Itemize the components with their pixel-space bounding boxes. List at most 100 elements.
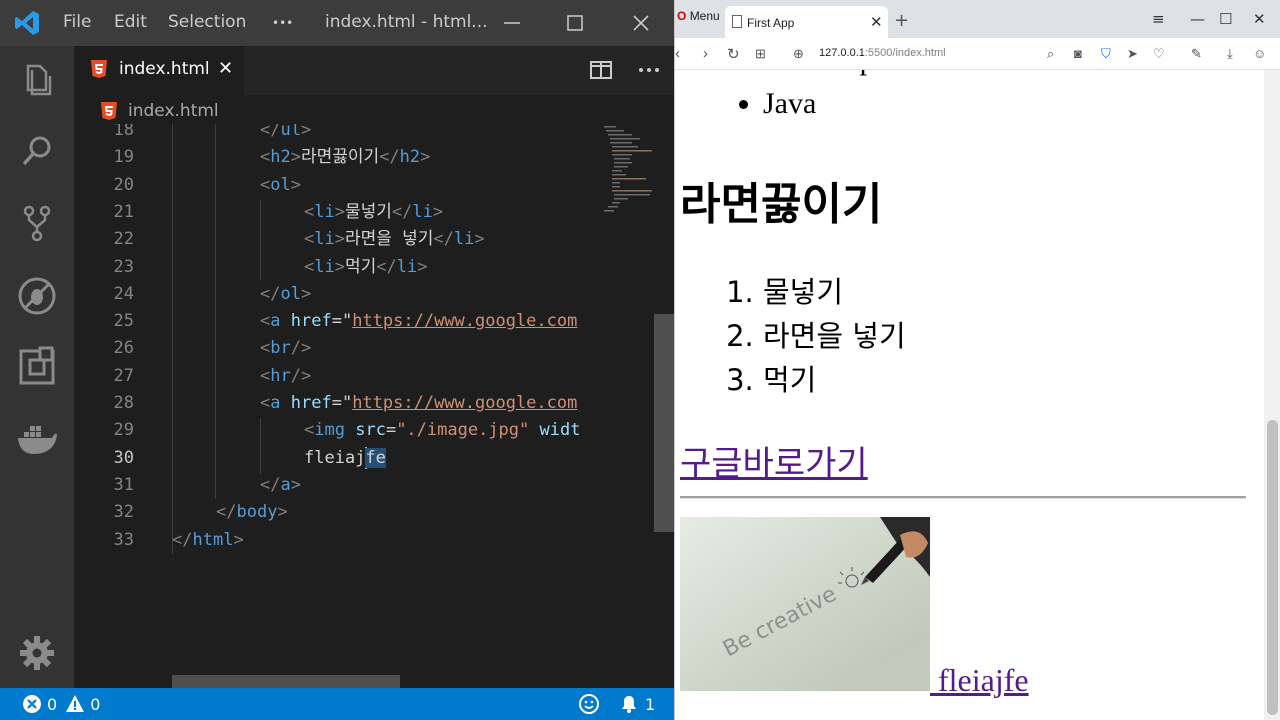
code-line[interactable]: 20 <ol>	[74, 172, 602, 199]
code-token: br	[270, 338, 291, 359]
tab-close-icon[interactable]: ✕	[218, 58, 233, 79]
source-control-icon[interactable]	[16, 202, 58, 244]
code-token: <	[260, 174, 271, 195]
line-number: 27	[113, 365, 134, 386]
minimap[interactable]	[602, 124, 654, 688]
code-line[interactable]: 24 </ol>	[74, 281, 602, 308]
editor-vertical-scrollbar[interactable]	[654, 124, 674, 688]
tab-index-html[interactable]: index.html ✕	[74, 46, 244, 95]
menu-selection[interactable]: Selection	[168, 12, 246, 32]
notifications-indicator[interactable]: 1	[619, 694, 655, 714]
feedback-smiley-icon[interactable]	[578, 693, 600, 715]
code-line[interactable]: 32 </body>	[74, 499, 602, 526]
page-scrollbar-thumb[interactable]	[1267, 420, 1278, 715]
settings-gear-icon[interactable]	[16, 632, 58, 674]
code-line[interactable]: 23 <li>먹기</li>	[74, 254, 602, 281]
new-tab-icon[interactable]: +	[894, 10, 909, 31]
code-line[interactable]: 27 <hr/>	[74, 363, 602, 390]
code-line[interactable]: 19 <h2>라면끓이기</h2>	[74, 144, 602, 171]
code-line[interactable]: 18 </ul>	[74, 124, 602, 144]
problems-indicator[interactable]: 0 0	[22, 694, 100, 714]
send-icon[interactable]: ➤	[1127, 46, 1138, 62]
page-heading: 라면끓이기	[680, 179, 883, 230]
code-token: "./image.jpg"	[396, 420, 530, 441]
minimize-icon[interactable]	[497, 8, 527, 38]
code-text: <ol>	[260, 172, 301, 199]
code-token: li	[412, 201, 433, 222]
image-link-text[interactable]: fleiajfe	[930, 662, 1029, 699]
code-token: =	[385, 420, 397, 441]
tab-close-icon[interactable]: ✕	[870, 13, 883, 31]
code-token: a	[280, 474, 291, 495]
account-icon[interactable]: ☺	[1253, 46, 1266, 61]
debug-icon[interactable]	[16, 274, 58, 316]
page-scrollbar[interactable]	[1264, 70, 1280, 720]
menu-file[interactable]: File	[63, 12, 91, 32]
tab-menu-icon[interactable]: ≡	[1152, 10, 1165, 28]
code-token: widt	[539, 420, 581, 441]
code-line[interactable]: 21 <li>물넣기</li>	[74, 199, 602, 226]
google-link[interactable]: 구글바로가기	[680, 436, 868, 485]
search-icon[interactable]: ⌕	[1047, 46, 1054, 62]
close-window-icon[interactable]	[626, 8, 656, 38]
minimize-icon[interactable]: —	[1190, 10, 1205, 28]
warning-icon	[66, 695, 85, 712]
back-icon[interactable]: ‹	[675, 45, 680, 62]
code-token: />	[290, 338, 312, 359]
extension-icon[interactable]: ✎	[1191, 46, 1202, 62]
scrollbar-thumb[interactable]	[654, 314, 674, 532]
code-token: li	[396, 256, 418, 277]
docker-icon[interactable]	[16, 418, 58, 460]
code-line[interactable]: 25 <a href="https://www.google.com	[74, 308, 602, 335]
breadcrumb-file[interactable]: index.html	[128, 101, 219, 121]
maximize-icon[interactable]: ☐	[1219, 10, 1232, 28]
code-line[interactable]: 31 </a>	[74, 472, 602, 499]
address-bar[interactable]: 127.0.0.1:5500/index.html	[819, 47, 946, 59]
code-token: <	[260, 365, 271, 386]
code-token: https://www.google.com	[352, 311, 578, 332]
code-text: </ol>	[260, 281, 311, 308]
browser-tab-first-app[interactable]: First App ✕	[725, 6, 888, 38]
line-number: 26	[113, 338, 134, 359]
shield-icon[interactable]: ⛉	[1101, 46, 1111, 62]
menu-edit[interactable]: Edit	[114, 12, 147, 32]
code-editor[interactable]: 18 </ul> 19 <h2>라면끓이기</h2> 20 <ol> 21 <li>물넣기</…	[74, 124, 602, 688]
tab-label: index.html	[119, 59, 210, 79]
download-icon[interactable]: ⤓	[1227, 46, 1233, 62]
opera-menu-button[interactable]: O Menu	[677, 9, 720, 23]
extensions-icon[interactable]	[16, 346, 58, 388]
code-line[interactable]: 26 <br/>	[74, 335, 602, 362]
code-line[interactable]: 30 fleiajfe	[74, 445, 602, 472]
code-token: >	[334, 201, 345, 222]
speed-dial-icon[interactable]: ⊞	[755, 46, 766, 62]
code-token: </	[376, 256, 397, 277]
code-token: <	[260, 338, 271, 359]
camera-icon[interactable]: ◙	[1074, 46, 1082, 61]
code-token: </	[172, 529, 193, 550]
maximize-icon[interactable]	[560, 8, 590, 38]
line-number: 20	[113, 174, 134, 195]
code-token: </	[391, 201, 413, 222]
editor-horizontal-scrollbar[interactable]	[172, 675, 400, 688]
forward-icon[interactable]: ›	[703, 45, 708, 62]
code-line[interactable]: 33 </html>	[74, 527, 602, 554]
menu-more[interactable]: •••	[272, 16, 293, 30]
code-token: href	[290, 393, 332, 413]
code-token: img	[314, 420, 345, 441]
explorer-icon[interactable]	[16, 58, 58, 100]
code-token: >	[417, 256, 428, 277]
creative-image[interactable]: Be creative	[680, 517, 930, 691]
heart-icon[interactable]: ♡	[1153, 46, 1165, 62]
code-line[interactable]: 29 <img src="./image.jpg" widt	[74, 417, 602, 444]
reload-icon[interactable]: ↻	[727, 45, 740, 63]
close-window-icon[interactable]: ✕	[1253, 10, 1266, 28]
split-editor-icon[interactable]	[590, 60, 612, 80]
vscode-window: File Edit Selection ••• index.html - htm…	[0, 0, 674, 720]
search-icon[interactable]	[16, 130, 58, 172]
code-token: </	[260, 124, 281, 140]
code-line[interactable]: 22 <li>라면을 넣기</li>	[74, 226, 602, 253]
more-actions-icon[interactable]	[638, 66, 660, 74]
code-token: html	[192, 529, 234, 550]
code-line[interactable]: 28 <a href="https://www.google.com	[74, 390, 602, 417]
